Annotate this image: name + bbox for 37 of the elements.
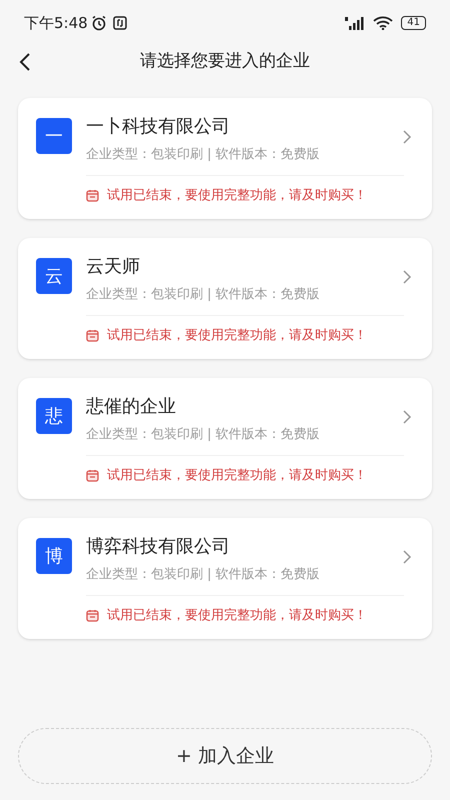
calendar-icon [86, 328, 99, 342]
company-info: 企业类型：包装印刷 | 软件版本：免费版 [86, 286, 321, 304]
company-card[interactable]: 博 博弈科技有限公司 企业类型：包装印刷 | 软件版本：免费版 试用已结束，要使用完整功能，请及时购买！ [18, 518, 432, 639]
company-card[interactable]: 一 一卜科技有限公司 企业类型：包装印刷 | 软件版本：免费版 试用已结束，要使用完整功能，请及时购买！ [18, 98, 432, 219]
signal-icon [345, 16, 366, 30]
company-info: 企业类型：包装印刷 | 软件版本：免费版 [86, 426, 321, 444]
calendar-icon [86, 608, 99, 622]
company-badge: 博 [36, 538, 72, 574]
chevron-right-icon [403, 130, 412, 144]
battery-indicator: 41 [401, 16, 426, 30]
calendar-icon [86, 188, 99, 202]
company-card[interactable]: 云 云天师 企业类型：包装印刷 | 软件版本：免费版 试用已结束，要使用完整功能，请及时购买！ [18, 238, 432, 359]
chevron-right-icon [403, 550, 412, 564]
company-info: 企业类型：包装印刷 | 软件版本：免费版 [86, 146, 321, 164]
company-info: 企业类型：包装印刷 | 软件版本：免费版 [86, 566, 321, 584]
status-time: 下午5:48 [24, 12, 88, 34]
wifi-icon [373, 16, 394, 30]
join-company-button[interactable]: + 加入企业 [18, 728, 432, 784]
company-name: 悲催的企业 [86, 395, 177, 419]
company-badge: 一 [36, 118, 72, 154]
page-title: 请选择您要进入的企业 [140, 50, 310, 74]
calendar-icon [86, 468, 99, 482]
nfc-icon [112, 16, 127, 30]
company-name: 云天师 [86, 255, 141, 279]
company-badge: 悲 [36, 398, 72, 434]
chevron-right-icon [403, 270, 412, 284]
trial-notice: 试用已结束，要使用完整功能，请及时购买！ [107, 466, 367, 484]
trial-notice: 试用已结束，要使用完整功能，请及时购买！ [107, 326, 367, 344]
company-badge: 云 [36, 258, 72, 294]
company-name: 一卜科技有限公司 [86, 115, 231, 139]
alarm-icon [90, 15, 107, 31]
back-icon[interactable] [18, 52, 32, 72]
trial-notice: 试用已结束，要使用完整功能，请及时购买！ [107, 606, 367, 624]
trial-notice: 试用已结束，要使用完整功能，请及时购买！ [107, 186, 367, 204]
company-card[interactable]: 悲 悲催的企业 企业类型：包装印刷 | 软件版本：免费版 试用已结束，要使用完整功能，请及时购买！ [18, 378, 432, 499]
chevron-right-icon [403, 410, 412, 424]
company-name: 博弈科技有限公司 [86, 535, 231, 559]
